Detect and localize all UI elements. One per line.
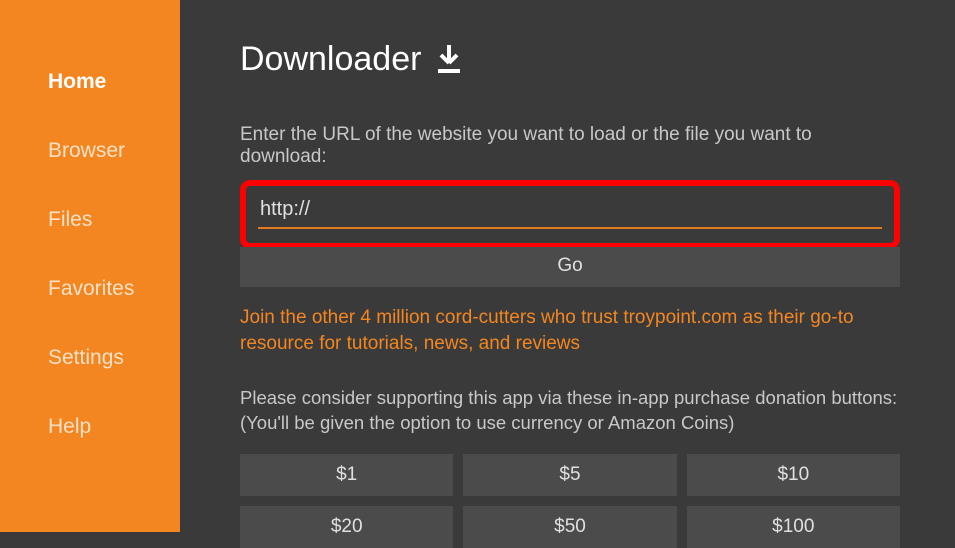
title-row: Downloader [240,40,900,79]
download-icon [436,45,462,75]
sidebar-item-browser[interactable]: Browser [0,124,180,178]
sidebar-item-files[interactable]: Files [0,193,180,247]
donate-button-50[interactable]: $50 [463,506,676,548]
main-content: Downloader Enter the URL of the website … [180,0,955,532]
donate-button-20[interactable]: $20 [240,506,453,548]
sidebar-item-settings[interactable]: Settings [0,331,180,385]
sidebar-item-help[interactable]: Help [0,400,180,454]
sidebar: Home Browser Files Favorites Settings He… [0,0,180,532]
donate-prompt-line1: Please consider supporting this app via … [240,387,897,408]
url-input-highlight [240,180,900,249]
sidebar-item-label: Home [48,70,106,93]
donate-grid: $1 $5 $10 $20 $50 $100 [240,454,900,548]
sidebar-item-label: Favorites [48,277,134,300]
sidebar-item-label: Browser [48,139,125,162]
sidebar-item-label: Help [48,415,91,438]
sidebar-item-label: Files [48,208,92,231]
go-button[interactable]: Go [240,247,900,287]
promo-text: Join the other 4 million cord-cutters wh… [240,305,900,356]
donate-button-10[interactable]: $10 [687,454,900,496]
app-title: Downloader [240,40,421,79]
donate-prompt: Please consider supporting this app via … [240,386,900,436]
sidebar-item-favorites[interactable]: Favorites [0,262,180,316]
url-input[interactable] [258,194,882,229]
url-instruction: Enter the URL of the website you want to… [240,124,900,168]
sidebar-item-label: Settings [48,346,124,369]
donate-prompt-line2: (You'll be given the option to use curre… [240,412,734,433]
donate-button-100[interactable]: $100 [687,506,900,548]
donate-button-5[interactable]: $5 [463,454,676,496]
sidebar-item-home[interactable]: Home [0,55,180,109]
donate-button-1[interactable]: $1 [240,454,453,496]
